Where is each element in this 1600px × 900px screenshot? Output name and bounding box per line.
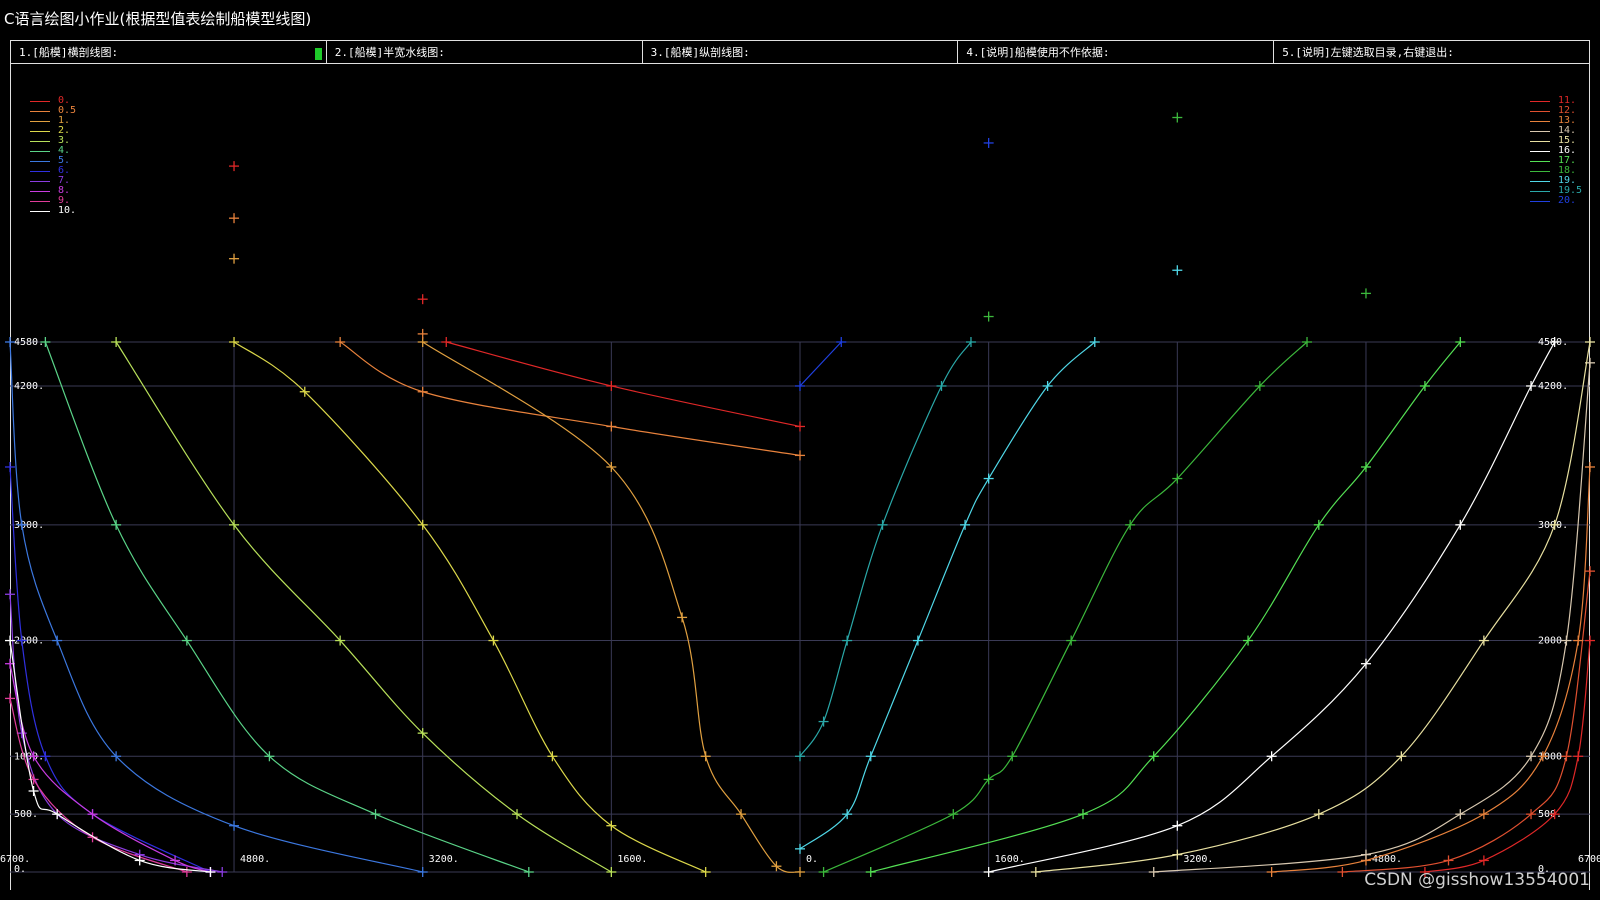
legend-swatch [1530,130,1550,132]
y-tick-label-right: 4200. [1538,381,1568,392]
section-curve-0_5 [339,341,801,456]
x-tick-label: 4800. [240,854,270,865]
legend-swatch [30,110,50,112]
legend-swatch [1530,190,1550,192]
section-curve-15_ [1035,341,1591,873]
x-tick-label: 6700. [1578,854,1600,865]
legend-swatch [30,190,50,192]
legend-label: 10. [58,205,77,216]
legend-right: 11. 12. 13. 14. 15. 16. 17. 18. 19. 19.5 20. [1530,96,1582,206]
legend-swatch [1530,200,1550,202]
section-curve-5_ [9,341,423,873]
section-curve-16_ [988,341,1556,873]
legend-swatch [30,210,50,212]
x-tick-label: 3200. [429,854,459,865]
legend-swatch [30,120,50,122]
legend-swatch [1530,120,1550,122]
legend-swatch [30,140,50,142]
legend-swatch [1530,160,1550,162]
section-curve-9_ [9,698,188,873]
legend-swatch [30,180,50,182]
legend-swatch [1530,110,1550,112]
legend-swatch [1530,100,1550,102]
section-curve-19_ [799,341,1096,850]
section-curve-18_ [823,341,1308,873]
legend-swatch [30,160,50,162]
watermark: CSDN @gisshow13554001 [1364,870,1590,890]
legend-label: 20. [1558,195,1577,206]
section-curve-14_ [1153,362,1591,873]
legend-swatch [30,130,50,132]
legend-swatch [30,100,50,102]
legend-swatch [1530,170,1550,172]
y-tick-label-left: 4580. [14,337,44,348]
section-curve-4_ [44,341,530,873]
section-curve-19_5 [799,341,972,757]
section-curve-3_ [115,341,612,873]
body-plan-chart: 6700. 4800. 3200. 1600. 0. 1600. 3200. 4800. 670… [0,112,1600,877]
x-tick-label: 1600. [995,854,1025,865]
legend-swatch [30,200,50,202]
section-curve-17_ [870,341,1461,873]
section-curve-8_ [9,663,211,873]
y-tick-label-left: 0. [14,864,26,875]
section-curve-20_ [799,341,842,387]
section-curve-0_ [446,341,801,428]
section-curve-12_ [1342,571,1591,873]
legend-swatch [1530,150,1550,152]
x-tick-label: 4800. [1372,854,1402,865]
section-curve-2_ [233,341,706,873]
x-tick-label: 3200. [1183,854,1213,865]
y-tick-label-left: 4200. [14,381,44,392]
x-tick-label: 1600. [617,854,647,865]
legend-swatch [1530,140,1550,142]
legend-swatch [30,150,50,152]
legend-swatch [1530,180,1550,182]
legend-entry: 20. [1530,196,1582,206]
x-tick-label: 0. [806,854,818,865]
y-tick-label-left: 500. [14,809,38,820]
legend-swatch [30,170,50,172]
legend-left: 0. 0.5 1. 2. 3. 4. 5. 6. 7. 8. 9. 10. [30,96,76,216]
legend-entry: 10. [30,206,76,216]
